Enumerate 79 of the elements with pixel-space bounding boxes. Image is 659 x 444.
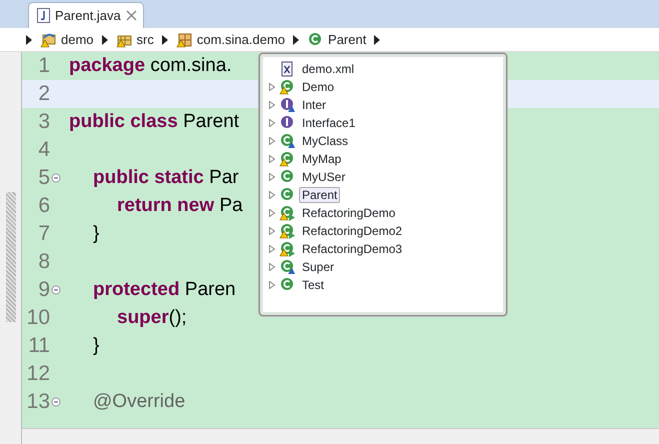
- line-number: 12: [26, 361, 50, 388]
- list-item[interactable]: RefactoringDemo: [299, 205, 398, 221]
- arrow-icon[interactable]: [26, 34, 32, 44]
- line-number: 6: [37, 193, 50, 220]
- list-item[interactable]: RefactoringDemo3: [299, 241, 406, 257]
- fold-icon[interactable]: [51, 397, 61, 407]
- line-number: 2: [37, 81, 50, 108]
- line-number: 11: [27, 333, 50, 360]
- scrollbar[interactable]: [6, 192, 16, 322]
- line-number: 10: [26, 305, 50, 332]
- list-item[interactable]: MyClass: [299, 133, 352, 149]
- list-item[interactable]: Inter: [299, 97, 330, 113]
- line-number: 13: [26, 389, 50, 416]
- line-number: 1: [37, 53, 50, 80]
- expand-icon[interactable]: [268, 137, 276, 145]
- line-number: 3: [37, 109, 50, 136]
- expand-icon[interactable]: [268, 83, 276, 91]
- breadcrumb-item[interactable]: src: [116, 30, 154, 50]
- code-line: public class Parent: [68, 110, 240, 134]
- line-number: 7: [37, 221, 50, 248]
- list-item[interactable]: Test: [299, 277, 328, 293]
- list-item[interactable]: Interface1: [299, 115, 358, 131]
- fold-icon[interactable]: [51, 173, 61, 183]
- code-editor[interactable]: [22, 52, 659, 444]
- class-icon: [279, 133, 296, 149]
- breadcrumb-item[interactable]: Parent: [307, 30, 366, 50]
- arrow-icon[interactable]: [293, 34, 300, 44]
- class-warning-icon: [279, 205, 296, 221]
- arrow-icon[interactable]: [374, 34, 380, 44]
- class-warning-icon: [279, 241, 296, 257]
- list-item[interactable]: Demo: [299, 79, 338, 95]
- expand-icon[interactable]: [268, 119, 276, 127]
- arrow-icon[interactable]: [102, 34, 108, 44]
- code-line: protected Paren: [92, 278, 236, 302]
- expand-icon[interactable]: [268, 173, 276, 181]
- expand-icon[interactable]: [268, 263, 276, 271]
- fold-icon[interactable]: [51, 285, 61, 295]
- line-number: 9: [37, 277, 50, 304]
- code-line: return new Pa: [116, 194, 243, 218]
- class-warning-icon: [279, 79, 296, 95]
- package-icon: [176, 32, 193, 48]
- class-icon: [279, 169, 296, 185]
- close-icon[interactable]: [126, 10, 137, 21]
- class-warning-icon: [279, 151, 296, 167]
- code-line: }: [92, 334, 100, 358]
- list-item[interactable]: RefactoringDemo2: [299, 223, 406, 239]
- expand-icon[interactable]: [268, 281, 276, 289]
- interface-icon: [279, 97, 296, 113]
- expand-icon[interactable]: [268, 245, 276, 253]
- list-item[interactable]: Super: [299, 259, 338, 275]
- code-line: }: [92, 222, 100, 246]
- class-icon: [279, 259, 296, 275]
- expand-icon[interactable]: [268, 155, 276, 163]
- expand-icon[interactable]: [268, 101, 276, 109]
- expand-icon[interactable]: [268, 209, 276, 217]
- list-item[interactable]: MyUSer: [299, 169, 348, 185]
- editor-tab[interactable]: Parent.java: [28, 2, 144, 28]
- code-line: super();: [116, 306, 187, 330]
- code-line: package com.sina.: [68, 54, 232, 78]
- java-file-icon: [37, 8, 50, 23]
- line-number: 5: [37, 165, 50, 192]
- horizontal-scrollbar[interactable]: [22, 428, 659, 444]
- class-icon: [279, 187, 296, 203]
- line-number: 8: [37, 249, 50, 276]
- project-folder-icon: [40, 32, 57, 48]
- code-line: @Override: [92, 390, 186, 414]
- arrow-icon[interactable]: [162, 34, 168, 44]
- list-item[interactable]: demo.xml: [299, 61, 358, 77]
- class-warning-icon: [279, 223, 296, 239]
- list-item[interactable]: Parent: [299, 187, 340, 203]
- class-icon: [279, 277, 296, 293]
- interface-icon: [279, 115, 296, 131]
- expand-icon[interactable]: [268, 227, 276, 235]
- expand-icon[interactable]: [268, 191, 276, 199]
- code-line: public static Par: [92, 166, 239, 190]
- breadcrumb-item[interactable]: demo: [40, 30, 94, 50]
- breadcrumb-item[interactable]: com.sina.demo: [176, 30, 286, 50]
- list-item[interactable]: MyMap: [299, 151, 344, 167]
- line-number: 4: [37, 137, 50, 164]
